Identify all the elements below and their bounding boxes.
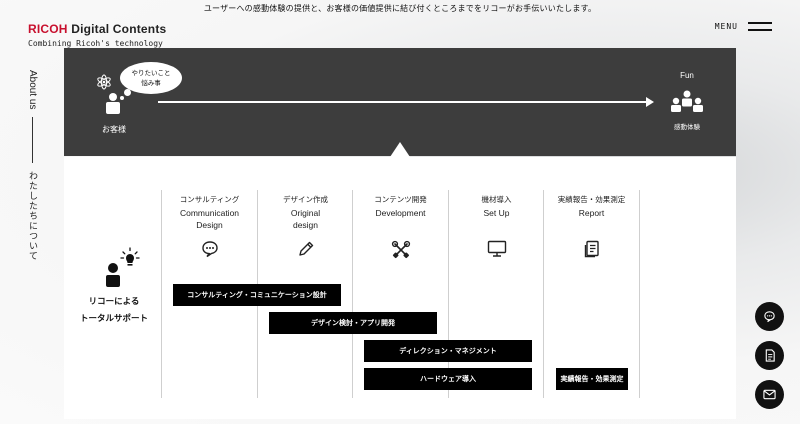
- column-development: コンテンツ開発 Development: [374, 195, 427, 218]
- group-people-icon: [671, 90, 703, 112]
- column-setup: 機材導入 Set Up: [481, 195, 512, 218]
- document-button[interactable]: [755, 341, 784, 370]
- column-consulting: コンサルティング Communication Design: [179, 195, 240, 230]
- tools-icon: [391, 240, 410, 259]
- bar-hardware: ハードウェア導入: [364, 368, 532, 390]
- side-nav-en: About us: [27, 70, 38, 110]
- bar-design-app: デザイン検討・アプリ開発: [269, 312, 437, 334]
- bubble-line-2: 悩み事: [141, 79, 161, 87]
- bubble-line-1: やりたいこと: [131, 69, 171, 77]
- menu-label: MENU: [714, 21, 738, 31]
- monitor-icon: [487, 240, 506, 257]
- bar-direction: ディレクション・マネジメント: [364, 340, 532, 362]
- experience-label: 感動体験: [674, 123, 700, 131]
- support-label: リコーによる トータルサポート: [79, 297, 148, 324]
- arrow-right-icon: [646, 97, 654, 107]
- column-report: 実績報告・効果測定 Report: [557, 195, 626, 218]
- thought-dot-small: [120, 96, 124, 100]
- flow-arrow: [158, 101, 648, 103]
- mail-icon: [763, 389, 776, 400]
- pencil-icon: [298, 241, 313, 256]
- fun-label: Fun: [680, 71, 694, 80]
- logo-brand: RICOH: [28, 22, 68, 36]
- document-icon: [765, 349, 775, 362]
- mail-button[interactable]: [755, 380, 784, 409]
- report-document-icon: [584, 240, 599, 258]
- customer-label: お客様: [102, 125, 126, 134]
- chat-bubble-icon: [201, 241, 218, 258]
- chat-button[interactable]: [755, 302, 784, 331]
- column-design: デザイン作成 Original design: [283, 195, 328, 230]
- bar-report: 実績報告・効果測定: [556, 368, 628, 390]
- logo-product: Digital Contents: [67, 22, 167, 36]
- atom-icon: [97, 74, 111, 90]
- column-divider: [543, 190, 544, 398]
- menu-button[interactable]: MENU: [715, 20, 772, 32]
- column-divider: [639, 190, 640, 398]
- support-person-icon: [106, 247, 140, 287]
- logo-subtitle: Combining Ricoh's technology: [28, 39, 163, 48]
- side-nav-jp: わたしたちについて: [27, 171, 37, 262]
- header-tagline: ユーザーへの感動体験の提供と、お客様の価値提供に結び付くところまでをリコーがお手…: [203, 4, 597, 13]
- hamburger-icon: [748, 20, 772, 32]
- side-section-nav: About us わたしたちについて: [26, 70, 39, 261]
- chat-icon: [764, 311, 775, 323]
- site-logo[interactable]: RICOH Digital Contents Combining Ricoh's…: [28, 22, 166, 48]
- panel-pointer: [390, 142, 410, 157]
- thought-bubble: やりたいこと 悩み事: [120, 62, 182, 94]
- bar-consulting: コンサルティング・コミュニケーション設計: [173, 284, 341, 306]
- column-divider: [448, 190, 449, 398]
- customer-person-icon: [106, 93, 120, 114]
- side-nav-divider: [32, 117, 33, 164]
